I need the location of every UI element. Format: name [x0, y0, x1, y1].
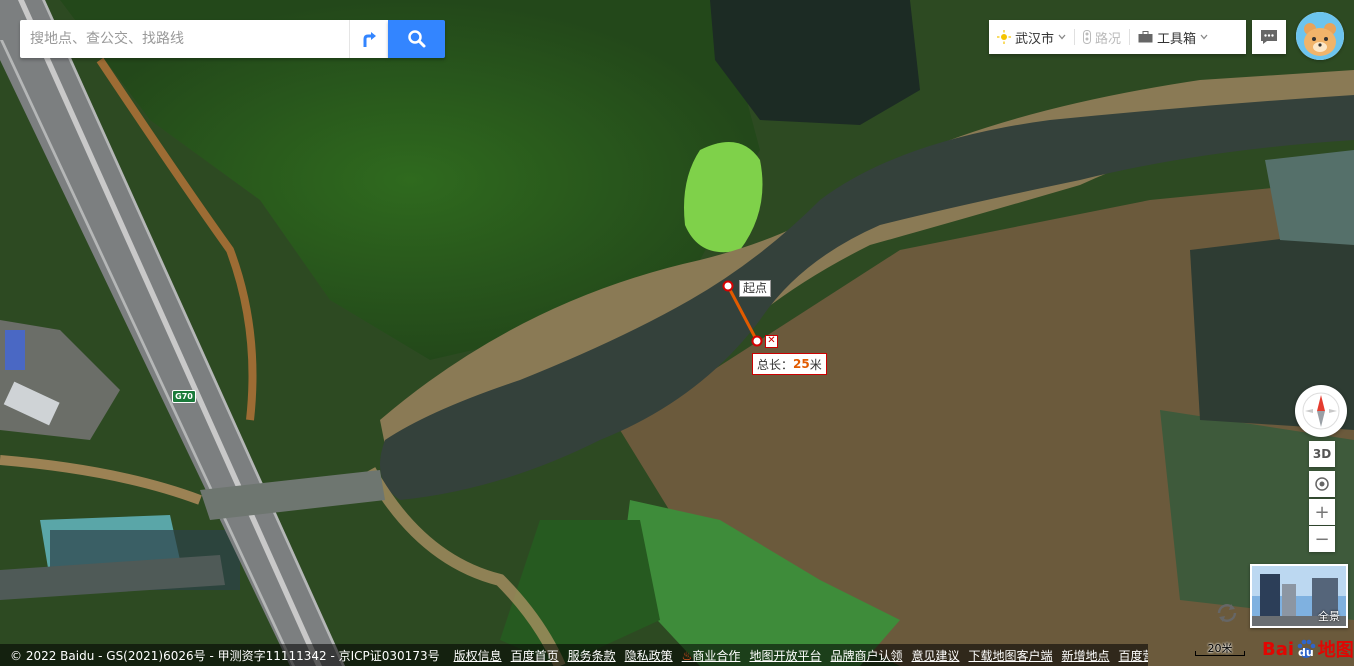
locate-icon: [1315, 477, 1329, 491]
flame-icon: ♨: [681, 648, 693, 663]
footer-link-add-place[interactable]: 新增地点: [1062, 647, 1110, 664]
search-box: [20, 20, 388, 58]
total-length-prefix: 总长：: [757, 357, 794, 372]
panorama-label: 全景: [1318, 610, 1340, 623]
baidu-map-logo: Bai du 地图: [1262, 636, 1354, 662]
logo-text-map: 地图: [1317, 640, 1354, 661]
route-arrow-icon: [363, 32, 376, 47]
bear-avatar-icon: [1296, 12, 1344, 60]
top-toolbar: 武汉市 路况 工具箱: [989, 20, 1246, 54]
satellite-map[interactable]: [0, 0, 1354, 666]
search-button[interactable]: [388, 20, 445, 58]
footer-link-merchant-claim[interactable]: 品牌商户认领: [830, 647, 902, 664]
footer-link-privacy[interactable]: 隐私政策: [625, 647, 673, 664]
logo-text-bai: Bai: [1262, 638, 1295, 660]
city-selector[interactable]: 武汉市: [989, 20, 1074, 54]
scale-indicator: 20米: [1195, 640, 1245, 658]
toolbox-label: 工具箱: [1157, 31, 1197, 47]
footer-link-terms[interactable]: 服务条款: [568, 647, 616, 664]
refresh-icon: [1217, 604, 1237, 622]
copyright-text: © 2022 Baidu - GS(2021)6026号 - 甲测资字11111…: [10, 648, 440, 663]
total-length-unit: 米: [809, 357, 822, 372]
search-input[interactable]: [20, 21, 349, 57]
city-label: 武汉市: [1015, 31, 1055, 47]
footer-link-open-platform[interactable]: 地图开放平台: [749, 647, 821, 664]
refresh-button[interactable]: [1212, 598, 1242, 628]
locate-button[interactable]: [1309, 471, 1335, 497]
footer-link-copyright-info[interactable]: 版权信息: [454, 647, 502, 664]
footer-link-marketing[interactable]: 百度营销: [1119, 647, 1148, 664]
3d-toggle-button[interactable]: 3D: [1309, 441, 1335, 467]
total-length-value: 25: [793, 357, 810, 371]
toolbox-button[interactable]: 工具箱: [1130, 20, 1216, 54]
footer-link-feedback[interactable]: 意见建议: [911, 647, 959, 664]
footer-link-download-client[interactable]: 下载地图客户端: [968, 647, 1052, 664]
chevron-down-icon: [1058, 34, 1066, 40]
toolbox-icon: [1138, 31, 1153, 43]
logo-text-du: du: [1298, 645, 1314, 659]
footer-bar: © 2022 Baidu - GS(2021)6026号 - 甲测资字11111…: [0, 644, 1148, 666]
footer-link-business[interactable]: ♨商业合作: [682, 647, 741, 664]
zoom-in-button[interactable]: +: [1309, 499, 1335, 525]
message-icon: [1261, 30, 1277, 44]
highway-shield-g70: G70: [172, 390, 196, 403]
scale-bar: [1195, 651, 1245, 656]
weather-sun-icon: [997, 30, 1011, 44]
traffic-label: 路况: [1095, 31, 1122, 47]
measure-total-length: 总长： 25 米: [752, 353, 827, 375]
chevron-down-icon: [1200, 34, 1208, 40]
search-icon: [407, 30, 425, 48]
panorama-thumbnail[interactable]: 全景: [1250, 564, 1348, 628]
user-avatar[interactable]: [1296, 12, 1344, 60]
business-link-label: 商业合作: [692, 648, 741, 663]
footer-link-baidu-home[interactable]: 百度首页: [511, 647, 559, 664]
traffic-button[interactable]: 路况: [1075, 20, 1129, 54]
compass-icon: [1302, 392, 1340, 430]
start-point-marker: [722, 280, 734, 292]
zoom-out-button[interactable]: −: [1309, 526, 1335, 552]
compass[interactable]: [1295, 385, 1347, 437]
message-button[interactable]: [1252, 20, 1286, 54]
start-point-label: 起点: [739, 280, 772, 297]
route-button[interactable]: [349, 20, 388, 58]
traffic-light-icon: [1083, 30, 1092, 44]
measure-close-icon[interactable]: ✕: [765, 335, 778, 348]
end-point-marker: [751, 335, 763, 347]
